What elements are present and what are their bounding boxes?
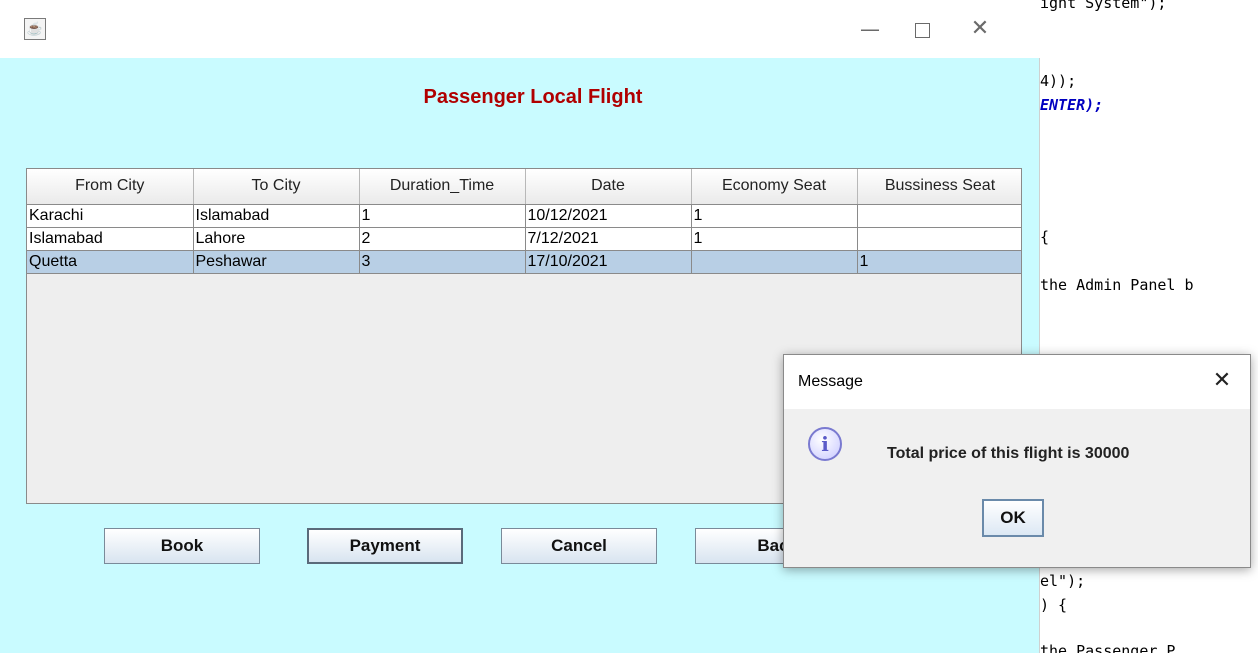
cancel-button[interactable]: Cancel (501, 528, 657, 564)
column-header-from-city[interactable]: From City (27, 169, 194, 205)
column-header-duration-time[interactable]: Duration_Time (359, 169, 526, 205)
table-cell[interactable] (857, 227, 1021, 251)
code-line: the Passenger P (1040, 642, 1176, 653)
table-cell[interactable]: 1 (857, 250, 1021, 274)
table-row-selected[interactable]: Quetta Peshawar 3 17/10/2021 1 (27, 250, 1021, 274)
table-cell[interactable]: Quetta (27, 250, 194, 274)
table-cell[interactable]: Lahore (193, 227, 360, 251)
table-cell[interactable]: Islamabad (193, 204, 360, 228)
table-row[interactable]: Karachi Islamabad 1 10/12/2021 1 (27, 204, 1021, 228)
table-cell[interactable] (691, 250, 858, 274)
payment-button[interactable]: Payment (307, 528, 463, 564)
table-cell[interactable]: Peshawar (193, 250, 360, 274)
window-title-bar[interactable]: ☕ — ✕ (0, 0, 1040, 58)
book-button[interactable]: Book (104, 528, 260, 564)
minimize-button[interactable]: — (848, 14, 892, 44)
flight-table[interactable]: From City To City Duration_Time Date Eco… (27, 169, 1021, 274)
code-line: ) { (1040, 596, 1068, 614)
table-cell[interactable] (857, 204, 1021, 228)
code-line: the Admin Panel b (1040, 276, 1194, 294)
column-header-business-seat[interactable]: Bussiness Seat (857, 169, 1021, 205)
column-header-date[interactable]: Date (525, 169, 692, 205)
table-cell[interactable]: 7/12/2021 (525, 227, 692, 251)
table-cell[interactable]: 10/12/2021 (525, 204, 692, 228)
table-cell[interactable]: Karachi (27, 204, 194, 228)
information-icon: i (808, 427, 842, 461)
table-cell[interactable]: Islamabad (27, 227, 194, 251)
table-row[interactable]: Islamabad Lahore 2 7/12/2021 1 (27, 227, 1021, 251)
table-cell[interactable]: 1 (691, 204, 858, 228)
close-button[interactable]: ✕ (958, 14, 1002, 44)
ok-button[interactable]: OK (982, 499, 1044, 537)
table-cell[interactable]: 1 (359, 204, 526, 228)
dialog-message: Total price of this flight is 30000 (887, 445, 1130, 462)
table-cell[interactable]: 17/10/2021 (525, 250, 692, 274)
code-line: ight System"); (1040, 0, 1167, 12)
message-dialog: Message ✕ i Total price of this flight i… (783, 354, 1251, 568)
dialog-title-bar[interactable]: Message ✕ (784, 355, 1250, 409)
page-title: Passenger Local Flight (423, 86, 643, 108)
table-cell[interactable]: 3 (359, 250, 526, 274)
java-coffee-icon: ☕ (24, 18, 46, 40)
table-cell[interactable]: 2 (359, 227, 526, 251)
maximize-button[interactable] (900, 14, 944, 44)
table-header-row: From City To City Duration_Time Date Eco… (27, 169, 1021, 205)
dialog-close-button[interactable]: ✕ (1204, 365, 1240, 397)
column-header-economy-seat[interactable]: Economy Seat (691, 169, 858, 205)
column-header-to-city[interactable]: To City (193, 169, 360, 205)
code-line: { (1040, 228, 1050, 246)
maximize-icon (914, 23, 930, 38)
dialog-title: Message (798, 373, 863, 390)
code-line: el"); (1040, 572, 1086, 590)
table-cell[interactable]: 1 (691, 227, 858, 251)
